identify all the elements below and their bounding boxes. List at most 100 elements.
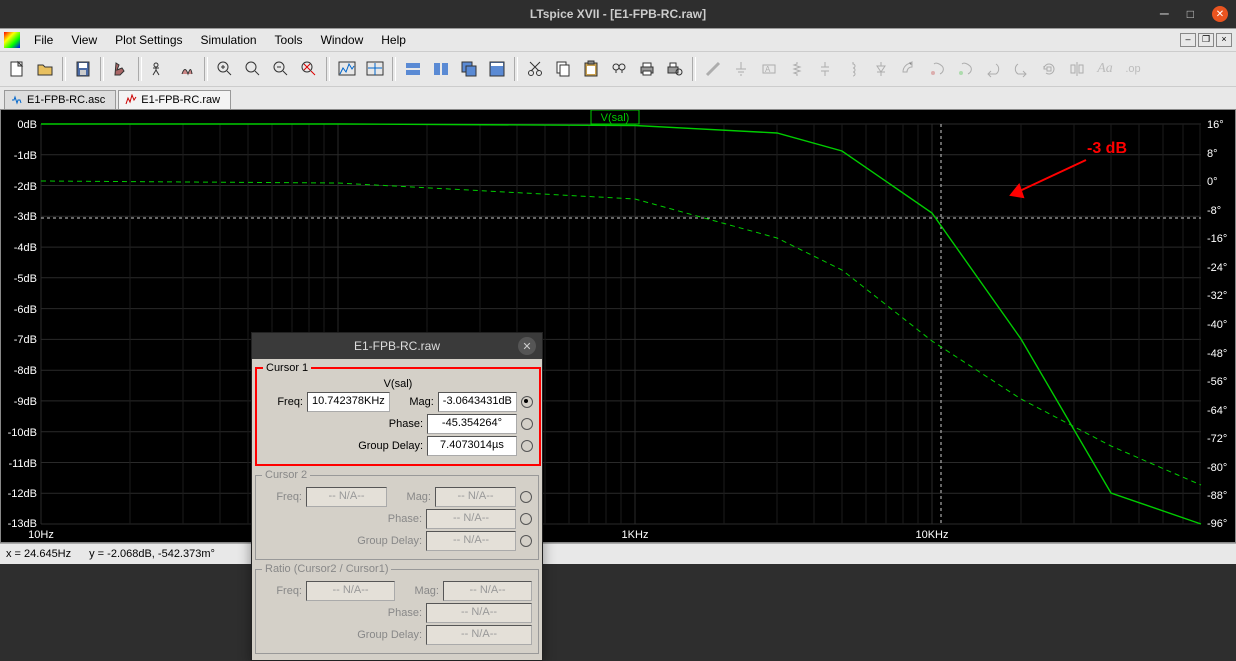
tile-v-button[interactable] xyxy=(428,56,454,82)
menu-simulation[interactable]: Simulation xyxy=(193,31,265,49)
svg-text:1KHz: 1KHz xyxy=(622,529,649,541)
redo-button[interactable] xyxy=(1008,56,1034,82)
copy-button[interactable] xyxy=(550,56,576,82)
inductor-button[interactable] xyxy=(840,56,866,82)
cursor2-mag-value: -- N/A-- xyxy=(435,487,516,507)
save-button[interactable] xyxy=(70,56,96,82)
print-setup-button[interactable] xyxy=(662,56,688,82)
cursor1-phase-value[interactable]: -45.354264° xyxy=(427,414,517,434)
db-annotation: -3 dB xyxy=(1087,140,1127,158)
svg-text:-1dB: -1dB xyxy=(14,150,37,162)
close-all-button[interactable] xyxy=(484,56,510,82)
svg-text:-8dB: -8dB xyxy=(14,365,37,377)
cursor1-phase-radio[interactable] xyxy=(521,418,533,430)
svg-text:-96°: -96° xyxy=(1207,518,1227,530)
svg-text:8°: 8° xyxy=(1207,148,1218,160)
new-schematic-button[interactable] xyxy=(4,56,30,82)
autorange-button[interactable] xyxy=(334,56,360,82)
mag-label: Mag: xyxy=(394,396,434,408)
cursor1-freq-value[interactable]: 10.742378KHz xyxy=(307,392,390,412)
component-button[interactable] xyxy=(896,56,922,82)
menu-window[interactable]: Window xyxy=(313,31,372,49)
spice-directive-button[interactable]: .op xyxy=(1120,56,1146,82)
cursor1-mag-value[interactable]: -3.0643431dB xyxy=(438,392,517,412)
zoom-out-button[interactable] xyxy=(268,56,294,82)
cursor-dialog[interactable]: E1-FPB-RC.raw ✕ Cursor 1 V(sal) Freq: 10… xyxy=(251,332,543,661)
cursor1-mag-radio[interactable] xyxy=(521,396,533,408)
cursor2-phase-radio[interactable] xyxy=(520,513,532,525)
halt-button[interactable] xyxy=(174,56,200,82)
capacitor-button[interactable] xyxy=(812,56,838,82)
dialog-title: E1-FPB-RC.raw xyxy=(354,339,440,353)
tile-h-button[interactable] xyxy=(400,56,426,82)
menu-tools[interactable]: Tools xyxy=(267,31,311,49)
svg-text:-72°: -72° xyxy=(1207,433,1227,445)
menubar: File View Plot Settings Simulation Tools… xyxy=(0,28,1236,51)
svg-text:-11dB: -11dB xyxy=(8,458,37,470)
cut-button[interactable] xyxy=(522,56,548,82)
svg-text:10Hz: 10Hz xyxy=(28,529,54,541)
mdi-minimize-button[interactable]: – xyxy=(1180,33,1196,47)
status-x: x = 24.645Hz xyxy=(6,548,71,560)
svg-text:0dB: 0dB xyxy=(17,119,37,131)
control-panel-button[interactable] xyxy=(108,56,134,82)
plot-area[interactable]: 0dB-1dB-2dB-3dB-4dB-5dB-6dB-7dB-8dB-9dB-… xyxy=(0,109,1236,543)
menu-view[interactable]: View xyxy=(63,31,105,49)
cursor2-group: Cursor 2 Freq: -- N/A-- Mag: -- N/A-- Ph… xyxy=(255,469,539,560)
diode-button[interactable] xyxy=(868,56,894,82)
mdi-close-button[interactable]: × xyxy=(1216,33,1232,47)
rotate-button[interactable] xyxy=(1036,56,1062,82)
svg-text:-80°: -80° xyxy=(1207,462,1227,474)
cursor2-mag-radio[interactable] xyxy=(520,491,532,503)
menu-file[interactable]: File xyxy=(26,31,61,49)
cascade-button[interactable] xyxy=(456,56,482,82)
svg-text:-6dB: -6dB xyxy=(14,304,37,316)
dialog-titlebar[interactable]: E1-FPB-RC.raw ✕ xyxy=(252,333,542,359)
draw-wire-button[interactable] xyxy=(700,56,726,82)
print-button[interactable] xyxy=(634,56,660,82)
ratio-phase-value: -- N/A-- xyxy=(426,603,532,623)
svg-text:-4dB: -4dB xyxy=(14,242,37,254)
svg-text:-24°: -24° xyxy=(1207,262,1227,274)
ratio-mag-value: -- N/A-- xyxy=(443,581,532,601)
ground-button[interactable] xyxy=(728,56,754,82)
menu-plot-settings[interactable]: Plot Settings xyxy=(107,31,190,49)
zoom-in-button[interactable] xyxy=(212,56,238,82)
svg-text:-12dB: -12dB xyxy=(8,488,37,500)
drag-button[interactable] xyxy=(952,56,978,82)
gd-label: Group Delay: xyxy=(263,440,423,452)
minimize-button[interactable]: – xyxy=(1160,5,1169,23)
zoom-fit-button[interactable] xyxy=(296,56,322,82)
run-button[interactable] xyxy=(146,56,172,82)
tab-schematic[interactable]: E1-FPB-RC.asc xyxy=(4,90,116,109)
close-button[interactable]: ✕ xyxy=(1212,6,1228,22)
mdi-restore-button[interactable]: ❐ xyxy=(1198,33,1214,47)
app-logo-icon xyxy=(4,32,20,48)
add-trace-button[interactable] xyxy=(362,56,388,82)
cursor-ratio-group: Ratio (Cursor2 / Cursor1) Freq: -- N/A--… xyxy=(255,563,539,654)
find-button[interactable] xyxy=(606,56,632,82)
svg-text:0°: 0° xyxy=(1207,176,1218,188)
label-button[interactable]: A xyxy=(756,56,782,82)
dialog-close-button[interactable]: ✕ xyxy=(518,337,536,355)
svg-text:-9dB: -9dB xyxy=(14,396,37,408)
resistor-button[interactable] xyxy=(784,56,810,82)
svg-text:-48°: -48° xyxy=(1207,348,1227,360)
menu-help[interactable]: Help xyxy=(373,31,414,49)
svg-text:-88°: -88° xyxy=(1207,490,1227,502)
open-button[interactable] xyxy=(32,56,58,82)
move-button[interactable] xyxy=(924,56,950,82)
document-tabs: E1-FPB-RC.asc E1-FPB-RC.raw xyxy=(0,86,1236,109)
mirror-button[interactable] xyxy=(1064,56,1090,82)
pan-button[interactable] xyxy=(240,56,266,82)
cursor1-gd-value[interactable]: 7.4073014µs xyxy=(427,436,517,456)
svg-text:10KHz: 10KHz xyxy=(915,529,948,541)
cursor2-gd-value: -- N/A-- xyxy=(426,531,516,551)
undo-button[interactable] xyxy=(980,56,1006,82)
tab-waveform[interactable]: E1-FPB-RC.raw xyxy=(118,90,231,109)
cursor2-gd-radio[interactable] xyxy=(520,535,532,547)
text-button[interactable]: Aa xyxy=(1092,56,1118,82)
cursor1-gd-radio[interactable] xyxy=(521,440,533,452)
paste-button[interactable] xyxy=(578,56,604,82)
maximize-button[interactable]: □ xyxy=(1187,7,1194,21)
